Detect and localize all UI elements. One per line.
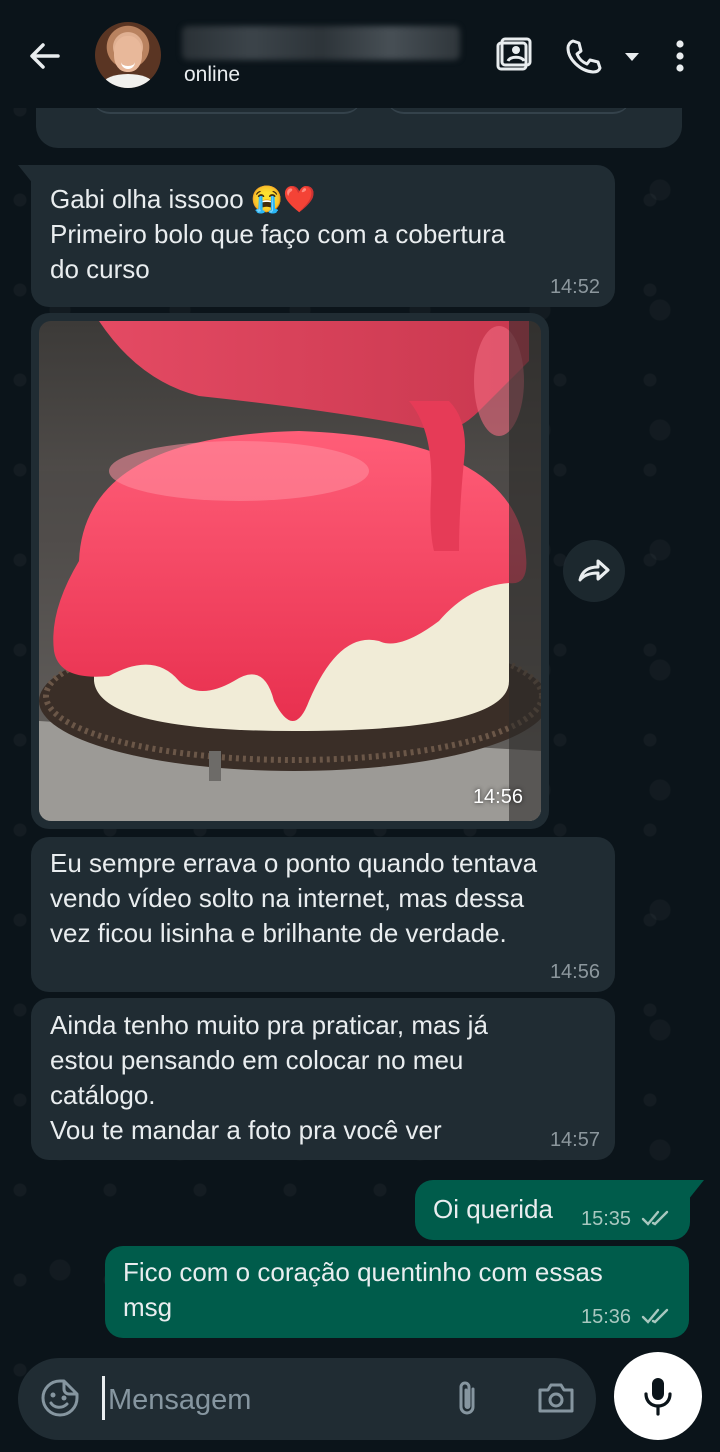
bubble-tail bbox=[688, 1180, 704, 1200]
more-vertical-icon[interactable] bbox=[660, 36, 696, 76]
caret-down-icon[interactable] bbox=[612, 36, 644, 76]
cake-photo[interactable]: 14:56 bbox=[39, 321, 541, 821]
paperclip-icon[interactable] bbox=[446, 1376, 490, 1420]
microphone-icon bbox=[644, 1378, 672, 1416]
message-text: Ainda tenho muito pra praticar, mas já e… bbox=[50, 1010, 488, 1145]
message-text: Eu sempre errava o ponto quando tentava … bbox=[50, 848, 538, 948]
microphone-button[interactable] bbox=[614, 1352, 702, 1440]
contact-name-redacted[interactable] bbox=[182, 26, 460, 60]
message-text: Oi querida bbox=[433, 1194, 553, 1224]
forward-button[interactable] bbox=[563, 540, 625, 602]
message-time: 15:35 bbox=[581, 1208, 632, 1230]
message-bubble-outgoing[interactable]: Fico com o coração quentinho com essas m… bbox=[105, 1246, 689, 1338]
read-receipt-icon bbox=[641, 1210, 669, 1226]
contact-status: online bbox=[184, 63, 241, 86]
emoji-sticker-icon[interactable] bbox=[38, 1376, 82, 1420]
message-text: Fico com o coração quentinho com essas m… bbox=[123, 1257, 603, 1322]
message-time: 14:52 bbox=[549, 276, 600, 298]
message-bubble-incoming[interactable]: Gabi olha issooo 😭❤️ Primeiro bolo que f… bbox=[31, 165, 615, 307]
contact-avatar[interactable] bbox=[95, 22, 161, 88]
message-time: 14:56 bbox=[472, 786, 523, 808]
message-time: 14:56 bbox=[549, 961, 600, 983]
message-input[interactable] bbox=[104, 1378, 428, 1422]
message-text: Gabi olha issooo 😭❤️ Primeiro bolo que f… bbox=[50, 184, 506, 284]
camera-icon[interactable] bbox=[534, 1376, 578, 1420]
message-bubble-outgoing[interactable]: Oi querida 15:35 bbox=[415, 1180, 690, 1240]
message-bubble-incoming[interactable]: Ainda tenho muito pra praticar, mas já e… bbox=[31, 998, 615, 1160]
message-time: 15:36 bbox=[581, 1306, 632, 1328]
message-time: 14:57 bbox=[549, 1129, 600, 1151]
read-receipt-icon bbox=[641, 1308, 669, 1324]
chat-header: online bbox=[0, 0, 720, 108]
video-call-icon[interactable] bbox=[493, 36, 533, 76]
message-bubble-incoming[interactable]: Eu sempre errava o ponto quando tentava … bbox=[31, 837, 615, 992]
image-message-bubble[interactable]: 14:56 bbox=[31, 313, 549, 829]
back-arrow-icon[interactable] bbox=[24, 36, 64, 76]
phone-icon[interactable] bbox=[563, 36, 603, 76]
